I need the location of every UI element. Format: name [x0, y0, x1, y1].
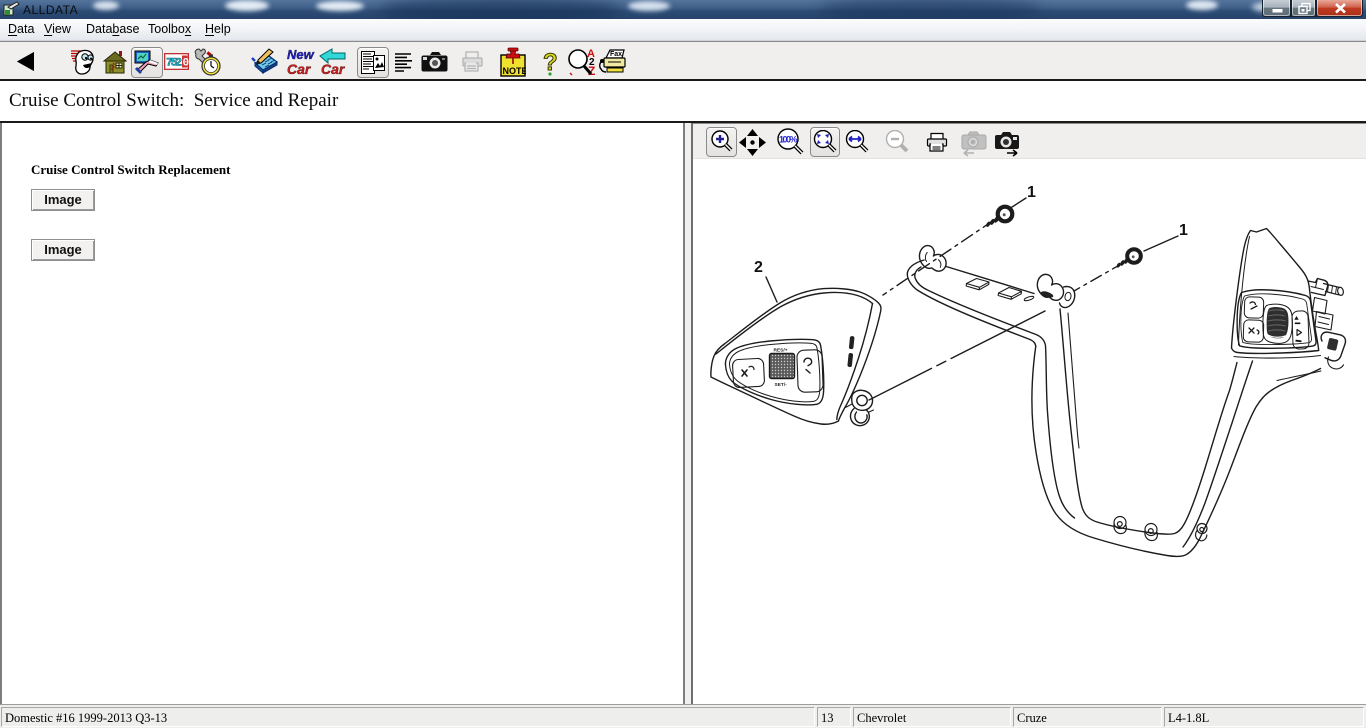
svg-text:NOTE: NOTE: [503, 66, 527, 76]
svg-text:2: 2: [754, 259, 763, 276]
svg-text:0: 0: [183, 58, 190, 70]
svg-text:1: 1: [1027, 184, 1036, 201]
svg-text:Car: Car: [321, 61, 346, 77]
svg-text:Fax: Fax: [610, 51, 622, 58]
svg-text:SET/-: SET/-: [775, 382, 788, 388]
svg-text:1: 1: [1179, 222, 1188, 239]
svg-text:?: ?: [543, 49, 558, 76]
svg-text:752: 752: [166, 58, 182, 70]
svg-text:New: New: [287, 47, 315, 62]
svg-text:RES/+: RES/+: [774, 348, 788, 354]
svg-text:100%: 100%: [779, 135, 798, 145]
svg-text:Car: Car: [287, 61, 312, 77]
